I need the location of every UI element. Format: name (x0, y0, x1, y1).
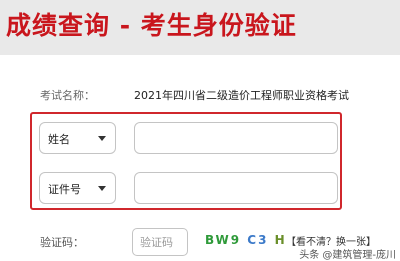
name-type-select[interactable]: 姓名 (39, 122, 116, 154)
id-type-select-value: 证件号 (48, 183, 81, 196)
captcha-text-2: C3 (247, 233, 269, 247)
captcha-input[interactable] (132, 228, 188, 256)
exam-name-label: 考试名称： (40, 89, 95, 102)
captcha-label: 验证码： (40, 236, 84, 249)
captcha-text-3: H (274, 233, 287, 247)
id-type-select[interactable]: 证件号 (39, 172, 116, 204)
chevron-down-icon (98, 136, 106, 141)
page-title: 成绩查询 - 考生身份验证 (6, 11, 297, 40)
name-input[interactable] (134, 122, 338, 154)
name-type-select-value: 姓名 (48, 133, 70, 146)
captcha-image[interactable]: BW9 C3 H (205, 233, 287, 247)
watermark-text: 头条 @建筑管理-庞川 (299, 246, 396, 261)
exam-name-value: 2021年四川省二级造价工程师职业资格考试 (134, 89, 349, 102)
captcha-text-1: BW9 (205, 233, 242, 247)
page-header: 成绩查询 - 考生身份验证 (0, 0, 400, 55)
chevron-down-icon (98, 186, 106, 191)
id-number-input[interactable] (134, 172, 338, 204)
